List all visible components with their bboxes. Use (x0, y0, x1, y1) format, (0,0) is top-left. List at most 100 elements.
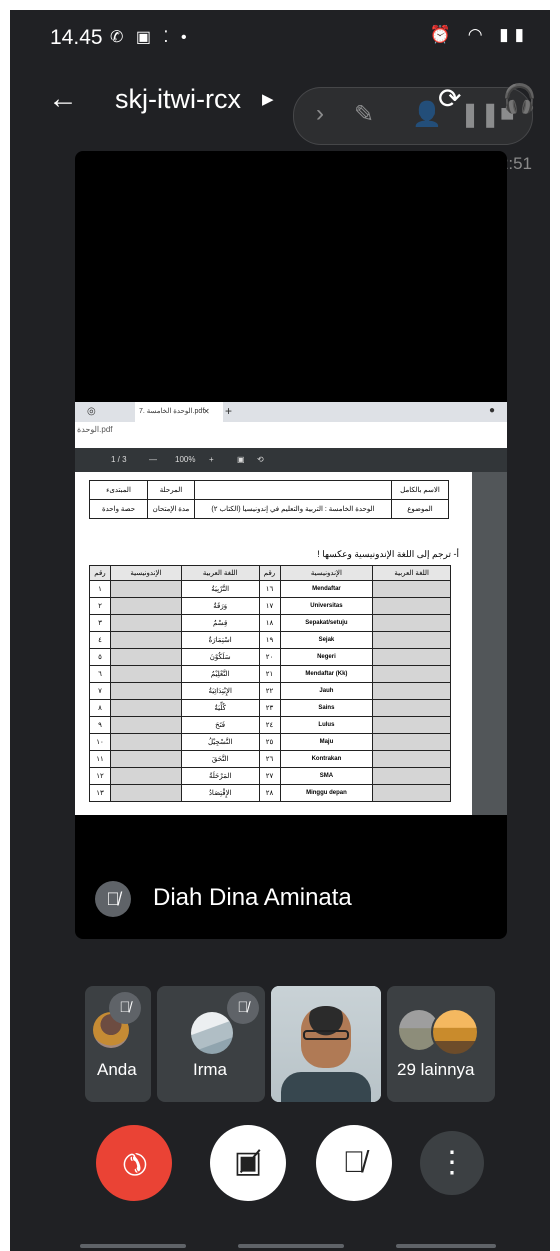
indonesian-cell: Kontrakan (279, 750, 374, 768)
pdf-margin (472, 472, 507, 815)
number-cell: ١٦ (258, 580, 281, 598)
presenter-tile[interactable]: ◎ 7. الوحدة الخامسة.pdf ✕ + ● الوحدة.pdf… (75, 151, 507, 939)
indonesian-cell: Universitas (279, 597, 374, 615)
participant-name: Anda (97, 1060, 137, 1079)
table-row: Jauh ٢٢ الإِبْتِدَائِيَةُ ٧ (89, 682, 451, 700)
mic-off-icon: 🎙̸ (95, 881, 131, 917)
nav-bar (10, 1242, 550, 1251)
number-cell: ١٢ (89, 767, 111, 785)
table-row: Sains ٢٣ كُلِّيَةٌ ٨ (89, 699, 451, 717)
number-cell: ١٧ (258, 597, 281, 615)
pdf-toolbar: 1 / 3 — 100% + ▣ ⟲ (75, 448, 507, 472)
participant-tile-irma[interactable]: 🎙̸ Irma (157, 986, 265, 1102)
status-time: 14.45 (50, 26, 103, 49)
participant-video-tile[interactable] (271, 986, 381, 1102)
indonesian-cell: Mendaftar (Kk) (279, 665, 374, 683)
more-options-button[interactable]: ⋮ (420, 1131, 484, 1195)
indonesian-cell: Mendaftar (279, 580, 374, 598)
hang-up-icon: ✆ (113, 1142, 155, 1184)
meta-value: الوحدة الخامسة : التربية والتعليم في إند… (194, 499, 392, 519)
rotate-page-icon: ⟲ (257, 455, 264, 464)
number-cell: ٦ (89, 665, 111, 683)
number-cell: ٢٧ (258, 767, 281, 785)
exam-info-table: الاسم بالكامل المرحلة المبتدىء الموضوع ا… (89, 480, 449, 519)
status-bar: 14.45 ✆ ▣ ⁚ • ⏰ ◠ ▮▮ (10, 10, 550, 60)
indonesian-cell: Jauh (279, 682, 374, 700)
number-cell: ٢ (89, 597, 111, 615)
screen-annotation-toolbar: › ✎ 👤 ❚❚ ■ (293, 87, 533, 145)
table-row: Mendaftar (Kk) ٢١ التَّعْلِيْمُ ٦ (89, 665, 451, 683)
number-cell: ٢٦ (258, 750, 281, 768)
table-row: Maju ٢٥ التَّسْجِيْلُ ١٠ (89, 733, 451, 751)
column-header: الإندونيسية (110, 565, 182, 581)
table-row: Minggu depan ٢٨ الإِقْتِصَادُ ١٣ (89, 784, 451, 802)
pdf-page: الاسم بالكامل المرحلة المبتدىء الموضوع ا… (75, 472, 507, 815)
arabic-cell: وَرَقَةٌ (180, 597, 260, 615)
column-header: رقم (89, 565, 111, 581)
number-cell: ١٨ (258, 614, 281, 632)
indonesian-cell: Minggu depan (279, 784, 374, 802)
switch-camera-icon[interactable]: ⟳ (438, 82, 461, 115)
nav-back[interactable] (396, 1244, 496, 1248)
indonesian-cell: Sepakat/setuju (279, 614, 374, 632)
new-tab-icon: + (225, 404, 233, 418)
zoom-in-icon: + (209, 455, 214, 464)
participant-name: Irma (193, 1060, 227, 1079)
arabic-cell: سَلَكُوْنَ (180, 648, 260, 666)
browser-tab: 7. الوحدة الخامسة.pdf (135, 402, 223, 422)
participant-tile-self[interactable]: 🎙̸ Anda (85, 986, 151, 1102)
indonesian-cell: Negeri (279, 648, 374, 666)
nav-recents[interactable] (80, 1244, 186, 1248)
meeting-info-caret-icon[interactable]: ▶ (262, 90, 274, 108)
column-header: رقم (258, 565, 281, 581)
indonesian-cell: Sejak (279, 631, 374, 649)
meta-value: حصة واحدة (89, 499, 148, 519)
number-cell: ٥ (89, 648, 111, 666)
chevron-right-icon[interactable]: › (316, 100, 324, 128)
number-cell: ٣ (89, 614, 111, 632)
number-cell: ٨ (89, 699, 111, 717)
camera-off-icon: ▣̸ (233, 1146, 263, 1179)
headphones-icon[interactable]: 🎧 (502, 82, 537, 115)
meta-value (194, 480, 392, 500)
system-icons: ⏰ ◠ ▮▮ (429, 25, 530, 44)
mic-toggle-button[interactable]: 🎙̸ (316, 1125, 392, 1201)
arabic-cell: اسْتِمَارَةٌ (180, 631, 260, 649)
indonesian-cell: SMA (279, 767, 374, 785)
page-indicator: 1 / 3 (111, 455, 127, 464)
number-cell: ١١ (89, 750, 111, 768)
table-row: Negeri ٢٠ سَلَكُوْنَ ٥ (89, 648, 451, 666)
number-cell: ٢٠ (258, 648, 281, 666)
meta-label: الاسم بالكامل (391, 480, 449, 500)
back-arrow-icon[interactable]: ← (48, 82, 78, 116)
participant-tile-others[interactable]: 29 lainnya (387, 986, 495, 1102)
arabic-cell: قِسْمٌ (180, 614, 260, 632)
number-cell: ٩ (89, 716, 111, 734)
more-vert-icon: ⋮ (437, 1146, 467, 1179)
indonesian-cell: Sains (279, 699, 374, 717)
vocabulary-table: اللغة العربية الإندونيسية رقم اللغة العر… (89, 565, 451, 802)
nav-home[interactable] (238, 1244, 344, 1248)
number-cell: ٢٥ (258, 733, 281, 751)
pause-icon[interactable]: ❚❚ (460, 100, 500, 129)
arabic-cell: المَرْحَلَةُ (180, 767, 260, 785)
indonesian-cell: Lulus (279, 716, 374, 734)
table-row: Mendaftar ١٦ التَّرْبِيَةُ ١ (89, 580, 451, 598)
table-row: Kontrakan ٢٦ التَّحَقَ ١١ (89, 750, 451, 768)
fit-page-icon: ▣ (237, 455, 245, 464)
end-call-button[interactable]: ✆ (96, 1125, 172, 1201)
instruction-heading: أ- ترجم إلى اللغة الإندونيسية وعكسها ! (317, 549, 459, 559)
arabic-cell: التَّرْبِيَةُ (180, 580, 260, 598)
number-cell: ٢٣ (258, 699, 281, 717)
number-cell: ٧ (89, 682, 111, 700)
meeting-code[interactable]: skj-itwi-rcx (115, 84, 241, 115)
camera-toggle-button[interactable]: ▣̸ (210, 1125, 286, 1201)
number-cell: ٢٨ (258, 784, 281, 802)
column-header: اللغة العربية (180, 565, 260, 581)
participant-name: 29 lainnya (397, 1060, 475, 1079)
mic-off-icon: 🎙̸ (342, 1146, 366, 1179)
meet-app: 14.45 ✆ ▣ ⁚ • ⏰ ◠ ▮▮ ← skj-itwi-rcx ▶ › … (10, 10, 550, 1251)
arabic-cell: الإِقْتِصَادُ (180, 784, 260, 802)
number-cell: ٢١ (258, 665, 281, 683)
pen-icon[interactable]: ✎ (354, 100, 374, 129)
